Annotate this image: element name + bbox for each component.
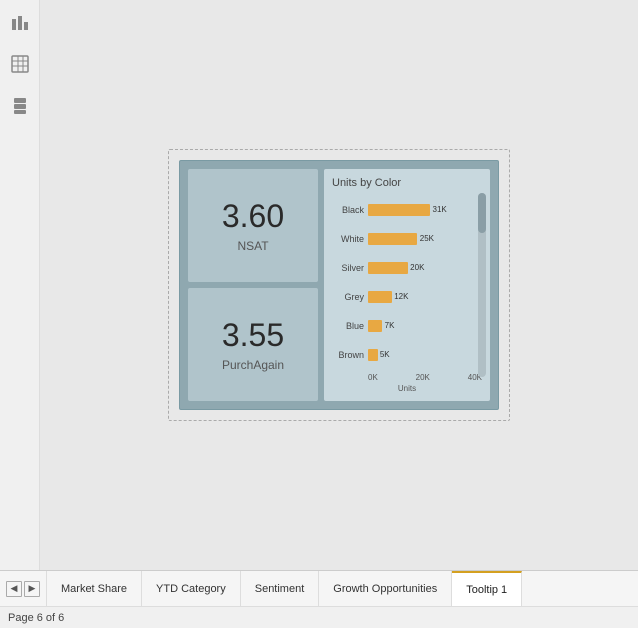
metrics-panel: 3.60 NSAT 3.55 PurchAgain xyxy=(188,169,318,401)
x-axis-title: Units xyxy=(332,384,482,393)
bar-row: Blue 7K xyxy=(332,317,482,335)
bar-container: 5K xyxy=(368,349,482,361)
bar-fill xyxy=(368,262,408,274)
purchagain-box: 3.55 PurchAgain xyxy=(188,288,318,401)
tab-sentiment[interactable]: Sentiment xyxy=(241,571,320,606)
tab-market-share[interactable]: Market Share xyxy=(47,571,142,606)
bar-value: 25K xyxy=(420,234,434,243)
bar-value: 20K xyxy=(410,263,424,272)
nsat-value: 3.60 xyxy=(222,198,284,235)
tabs-container: Market ShareYTD CategorySentimentGrowth … xyxy=(47,571,522,606)
bar-value: 12K xyxy=(394,292,408,301)
status-bar: Page 6 of 6 xyxy=(0,606,638,628)
chart-area: Black 31K White 25K Silver 20K Grey 12K Blue 7K Br… xyxy=(332,195,482,369)
bar-fill xyxy=(368,320,382,332)
bar-row: Silver 20K xyxy=(332,259,482,277)
bar-container: 7K xyxy=(368,320,482,332)
x-axis-label: 0K xyxy=(368,373,378,382)
bar-value: 5K xyxy=(380,350,390,359)
layers-icon[interactable] xyxy=(8,94,32,118)
bar-container: 25K xyxy=(368,233,482,245)
tab-nav: ◀ ▶ xyxy=(0,571,47,606)
bar-row: Black 31K xyxy=(332,201,482,219)
bar-row: White 25K xyxy=(332,230,482,248)
bar-fill xyxy=(368,349,378,361)
table-icon[interactable] xyxy=(8,52,32,76)
tab-prev-button[interactable]: ◀ xyxy=(6,581,22,597)
bar-fill xyxy=(368,233,417,245)
bar-chart-icon[interactable] xyxy=(8,10,32,34)
bar-label: Black xyxy=(332,205,364,215)
chart-title: Units by Color xyxy=(332,177,482,189)
nsat-label: NSAT xyxy=(237,239,268,253)
bar-row: Brown 5K xyxy=(332,346,482,364)
purchagain-label: PurchAgain xyxy=(222,358,284,372)
x-axis-label: 20K xyxy=(416,373,430,382)
sidebar xyxy=(0,0,40,570)
purchagain-value: 3.55 xyxy=(222,317,284,354)
tab-next-button[interactable]: ▶ xyxy=(24,581,40,597)
main-content: 3.60 NSAT 3.55 PurchAgain Units by Color… xyxy=(40,0,638,570)
x-axis: 0K20K40K xyxy=(332,373,482,382)
bar-label: White xyxy=(332,234,364,244)
bar-container: 31K xyxy=(368,204,482,216)
scrollbar-thumb xyxy=(478,193,486,233)
nsat-box: 3.60 NSAT xyxy=(188,169,318,282)
bar-fill xyxy=(368,291,392,303)
chart-panel: Units by Color Black 31K White 25K Silver 20K… xyxy=(324,169,490,401)
bar-label: Brown xyxy=(332,350,364,360)
page-info: Page 6 of 6 xyxy=(8,612,64,624)
tooltip-card: 3.60 NSAT 3.55 PurchAgain Units by Color… xyxy=(179,160,499,410)
bar-container: 20K xyxy=(368,262,482,274)
tabs-bar: ◀ ▶ Market ShareYTD CategorySentimentGro… xyxy=(0,570,638,606)
bar-label: Blue xyxy=(332,321,364,331)
bar-label: Silver xyxy=(332,263,364,273)
chart-scrollbar[interactable] xyxy=(478,193,486,377)
bar-value: 7K xyxy=(385,321,395,330)
bar-value: 31K xyxy=(433,205,447,214)
bar-row: Grey 12K xyxy=(332,288,482,306)
tab-ytd-category[interactable]: YTD Category xyxy=(142,571,241,606)
tab-growth-opportunities[interactable]: Growth Opportunities xyxy=(319,571,452,606)
bar-fill xyxy=(368,204,430,216)
bar-container: 12K xyxy=(368,291,482,303)
bar-label: Grey xyxy=(332,292,364,302)
tab-tooltip-1[interactable]: Tooltip 1 xyxy=(452,571,522,606)
